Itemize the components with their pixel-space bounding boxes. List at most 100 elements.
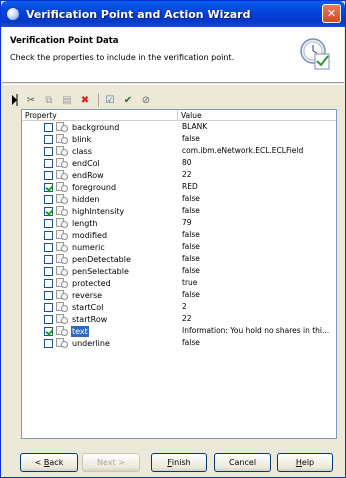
property-name[interactable]: numeric bbox=[71, 242, 106, 253]
property-name[interactable]: startCol bbox=[71, 302, 104, 313]
table-row[interactable]: endCol 80 bbox=[22, 157, 336, 169]
uncheck-icon[interactable]: ⊘ bbox=[138, 92, 154, 108]
table-row[interactable]: penSelectable false bbox=[22, 265, 336, 277]
include-checkbox[interactable] bbox=[44, 158, 53, 168]
back-button[interactable]: < Back bbox=[20, 453, 78, 472]
table-row[interactable]: background BLANK bbox=[22, 121, 336, 133]
property-value[interactable]: BLANK bbox=[178, 121, 336, 133]
property-value[interactable]: RED bbox=[178, 181, 336, 193]
property-value[interactable]: false bbox=[178, 133, 336, 145]
table-row[interactable]: modified false bbox=[22, 229, 336, 241]
include-checkbox[interactable] bbox=[44, 206, 53, 216]
include-checkbox[interactable] bbox=[44, 254, 53, 264]
table-row[interactable]: penDetectable false bbox=[22, 253, 336, 265]
include-checkbox[interactable] bbox=[44, 326, 53, 336]
help-button[interactable]: Help bbox=[277, 453, 333, 472]
property-value[interactable]: false bbox=[178, 205, 336, 217]
property-value[interactable]: false bbox=[178, 193, 336, 205]
include-checkbox[interactable] bbox=[44, 146, 53, 156]
property-value[interactable]: false bbox=[178, 253, 336, 265]
include-checkbox[interactable] bbox=[44, 218, 53, 228]
value-column-header[interactable]: Value bbox=[178, 110, 336, 120]
property-value[interactable]: com.ibm.eNetwork.ECL.ECLField bbox=[178, 145, 336, 157]
property-cell: blink bbox=[22, 133, 178, 145]
cut-icon[interactable]: ✂ bbox=[23, 92, 39, 108]
property-name[interactable]: highIntensity bbox=[71, 206, 125, 217]
table-row[interactable]: length 79 bbox=[22, 217, 336, 229]
copy-icon[interactable]: ⧉ bbox=[41, 92, 57, 108]
property-value[interactable]: true bbox=[178, 277, 336, 289]
property-value[interactable]: 79 bbox=[178, 217, 336, 229]
include-checkbox[interactable] bbox=[44, 242, 53, 252]
finish-button[interactable]: Finish bbox=[151, 453, 207, 472]
delete-icon[interactable]: ✖ bbox=[77, 92, 93, 108]
property-value[interactable]: 80 bbox=[178, 157, 336, 169]
property-value[interactable]: 22 bbox=[178, 169, 336, 181]
property-value[interactable]: false bbox=[178, 265, 336, 277]
include-checkbox[interactable] bbox=[44, 194, 53, 204]
include-checkbox[interactable] bbox=[44, 290, 53, 300]
cancel-button[interactable]: Cancel bbox=[214, 453, 271, 472]
table-row[interactable]: numeric false bbox=[22, 241, 336, 253]
include-checkbox[interactable] bbox=[44, 134, 53, 144]
table-row[interactable]: text Information: You hold no shares in t… bbox=[22, 325, 336, 337]
property-name[interactable]: text bbox=[71, 325, 89, 337]
property-name[interactable]: foreground bbox=[71, 182, 117, 193]
table-row[interactable]: endRow 22 bbox=[22, 169, 336, 181]
table-row[interactable]: underline false bbox=[22, 337, 336, 349]
include-checkbox[interactable] bbox=[44, 278, 53, 288]
property-icon bbox=[56, 122, 68, 132]
property-name[interactable]: modified bbox=[71, 230, 108, 241]
table-row[interactable]: protected true bbox=[22, 277, 336, 289]
table-row[interactable]: hidden false bbox=[22, 193, 336, 205]
table-row[interactable]: highIntensity false bbox=[22, 205, 336, 217]
title-bar[interactable]: Verification Point and Action Wizard ✕ bbox=[1, 1, 345, 27]
include-checkbox[interactable] bbox=[44, 182, 53, 192]
app-icon bbox=[6, 7, 20, 21]
property-name[interactable]: class bbox=[71, 146, 93, 157]
paste-icon[interactable]: ▤ bbox=[59, 92, 75, 108]
include-checkbox[interactable] bbox=[44, 266, 53, 276]
property-name[interactable]: penSelectable bbox=[71, 266, 130, 277]
property-name[interactable]: reverse bbox=[71, 290, 103, 301]
check-icon[interactable]: ☑ bbox=[102, 92, 118, 108]
property-name[interactable]: startRow bbox=[71, 314, 108, 325]
table-row[interactable]: blink false bbox=[22, 133, 336, 145]
property-value[interactable]: false bbox=[178, 337, 336, 349]
include-checkbox[interactable] bbox=[44, 170, 53, 180]
property-name[interactable]: endRow bbox=[71, 170, 105, 181]
property-column-header[interactable]: Property bbox=[22, 110, 178, 120]
property-name[interactable]: blink bbox=[71, 134, 92, 145]
property-value[interactable]: Information: You hold no shares in thi..… bbox=[178, 325, 336, 337]
include-checkbox[interactable] bbox=[44, 338, 53, 348]
table-row[interactable]: reverse false bbox=[22, 289, 336, 301]
check-all-icon[interactable]: ✔ bbox=[120, 92, 136, 108]
close-button[interactable]: ✕ bbox=[322, 4, 341, 23]
property-name[interactable]: length bbox=[71, 218, 99, 229]
property-cell: background bbox=[22, 121, 178, 133]
property-table[interactable]: Property Value background BLANK blink false… bbox=[21, 109, 337, 439]
collapse-arrow-icon[interactable] bbox=[11, 92, 19, 108]
property-name[interactable]: protected bbox=[71, 278, 112, 289]
table-row[interactable]: startRow 22 bbox=[22, 313, 336, 325]
table-row[interactable]: foreground RED bbox=[22, 181, 336, 193]
property-name[interactable]: background bbox=[71, 122, 120, 133]
property-value[interactable]: 2 bbox=[178, 301, 336, 313]
property-value[interactable]: false bbox=[178, 241, 336, 253]
property-name[interactable]: hidden bbox=[71, 194, 100, 205]
property-name[interactable]: penDetectable bbox=[71, 254, 132, 265]
include-checkbox[interactable] bbox=[44, 314, 53, 324]
table-row[interactable]: startCol 2 bbox=[22, 301, 336, 313]
property-name[interactable]: underline bbox=[71, 338, 111, 349]
property-value[interactable]: 22 bbox=[178, 313, 336, 325]
table-row[interactable]: class com.ibm.eNetwork.ECL.ECLField bbox=[22, 145, 336, 157]
property-cell: highIntensity bbox=[22, 205, 178, 217]
include-checkbox[interactable] bbox=[44, 230, 53, 240]
include-checkbox[interactable] bbox=[44, 122, 53, 132]
property-value[interactable]: false bbox=[178, 229, 336, 241]
property-value[interactable]: false bbox=[178, 289, 336, 301]
page-description: Check the properties to include in the v… bbox=[10, 53, 235, 62]
property-name[interactable]: endCol bbox=[71, 158, 101, 169]
next-button[interactable]: Next > bbox=[82, 453, 140, 472]
include-checkbox[interactable] bbox=[44, 302, 53, 312]
